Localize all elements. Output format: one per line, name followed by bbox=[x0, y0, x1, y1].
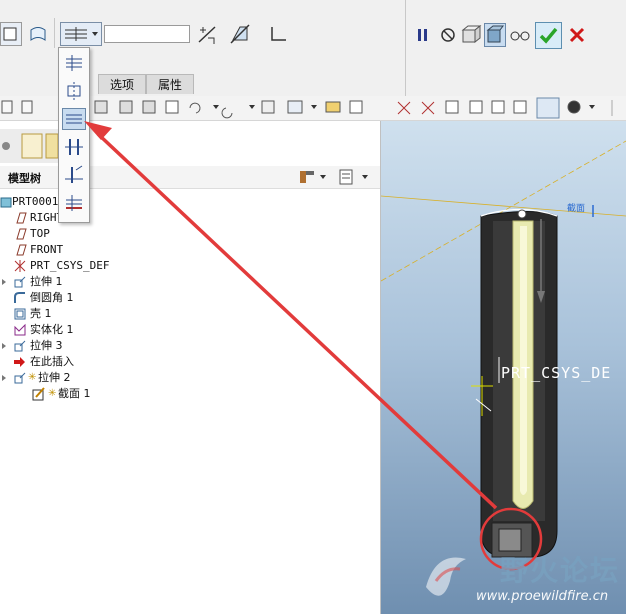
navigator-tabs bbox=[0, 129, 60, 163]
depth-through-all-icon bbox=[65, 139, 83, 155]
watermark-url: www.proewildfire.cn bbox=[476, 589, 609, 604]
preview-icon bbox=[461, 24, 482, 44]
glasses-preview-button[interactable] bbox=[508, 24, 532, 46]
datum-label: 截面 bbox=[567, 204, 586, 214]
depth-symmetric-icon bbox=[67, 82, 81, 100]
shell-icon bbox=[14, 308, 26, 320]
confirm-button[interactable] bbox=[535, 22, 562, 49]
insert-here-arrow-icon bbox=[14, 357, 25, 367]
glasses-icon bbox=[510, 31, 530, 41]
show-list-icon bbox=[339, 169, 368, 185]
cylinder-highlight bbox=[520, 226, 527, 495]
depth-option-through-all[interactable] bbox=[62, 136, 86, 158]
datum-plane-icon bbox=[16, 212, 27, 224]
pause-icon bbox=[418, 29, 427, 41]
tree-show-button[interactable] bbox=[336, 167, 374, 187]
flip-direction-button[interactable] bbox=[196, 24, 218, 46]
watermark-logo bbox=[426, 557, 466, 596]
depth-symmetric-icon bbox=[65, 27, 98, 41]
depth-value-input[interactable] bbox=[104, 25, 190, 43]
remove-material-icon bbox=[230, 24, 250, 44]
chevron-down-icon bbox=[92, 32, 98, 36]
watermark-title: 野火论坛 bbox=[500, 554, 621, 587]
depth-option-through-until[interactable] bbox=[62, 164, 86, 186]
checkmark-icon bbox=[539, 27, 558, 44]
surface-type-button[interactable] bbox=[26, 22, 50, 46]
thicken-icon bbox=[271, 27, 286, 41]
flip-direction-icon bbox=[198, 26, 216, 44]
settings-icon bbox=[300, 171, 326, 183]
depth-to-selected-icon bbox=[66, 195, 82, 211]
model-tree-title: 模型树 bbox=[8, 172, 41, 185]
dashboard-bar bbox=[0, 0, 626, 97]
verify-mode-icon bbox=[486, 25, 504, 43]
graphics-viewport[interactable]: PRT_CSYS_DE 截面 bbox=[381, 121, 626, 614]
watermark: 野火论坛 www.proewildfire.cn bbox=[414, 545, 626, 614]
depth-options-menu bbox=[58, 47, 90, 223]
datum-plane-icon bbox=[16, 244, 27, 256]
folder-browser-icon bbox=[21, 133, 43, 159]
solid-type-button[interactable] bbox=[0, 22, 22, 46]
main-toolbar bbox=[0, 96, 626, 121]
verify-mode-button[interactable] bbox=[484, 23, 506, 47]
depth-options-dropdown[interactable] bbox=[60, 22, 102, 46]
extrude-icon bbox=[14, 276, 26, 288]
sketch-icon bbox=[32, 387, 45, 401]
csys-label: PRT_CSYS_DE bbox=[501, 364, 612, 382]
tree-settings-button[interactable] bbox=[296, 167, 332, 187]
expand-arrow-icon[interactable] bbox=[0, 339, 14, 353]
depth-blind-icon bbox=[66, 55, 82, 71]
remove-material-button[interactable] bbox=[228, 22, 252, 46]
solid-icon bbox=[3, 27, 17, 41]
depth-option-symmetric[interactable] bbox=[62, 80, 86, 102]
favorites-icon bbox=[45, 133, 59, 159]
tab-options[interactable]: 选项 bbox=[98, 74, 146, 94]
new-feature-star-icon: ✳ bbox=[28, 372, 37, 383]
new-feature-star-icon: ✳ bbox=[48, 388, 57, 399]
extrude-icon bbox=[14, 372, 26, 384]
depth-through-until-icon bbox=[65, 165, 83, 183]
no-preview-button[interactable] bbox=[438, 24, 458, 46]
tab-properties[interactable]: 属性 bbox=[146, 74, 194, 94]
cancel-button[interactable] bbox=[566, 24, 588, 46]
surface-icon bbox=[30, 27, 46, 41]
model-tree-tab-icon bbox=[2, 142, 10, 150]
round-icon bbox=[14, 292, 25, 303]
preview-button[interactable] bbox=[460, 24, 482, 46]
model-tree-header: 模型树 bbox=[0, 166, 380, 189]
pause-button[interactable] bbox=[414, 24, 432, 46]
thicken-sketch-button[interactable] bbox=[266, 22, 290, 46]
expand-arrow-icon[interactable] bbox=[0, 371, 14, 385]
depth-option-to-next[interactable] bbox=[62, 108, 86, 130]
expand-arrow-icon[interactable] bbox=[0, 275, 14, 289]
datum-plane-icon bbox=[16, 228, 27, 240]
drag-handle[interactable] bbox=[517, 209, 527, 219]
depth-to-next-icon bbox=[66, 114, 82, 124]
depth-option-to-selected[interactable] bbox=[62, 192, 86, 214]
depth-option-blind[interactable] bbox=[62, 52, 86, 74]
coordinate-system-icon bbox=[14, 260, 26, 272]
no-preview-icon bbox=[441, 28, 455, 42]
solidify-icon bbox=[14, 323, 26, 336]
close-icon bbox=[569, 27, 585, 43]
extrude-icon bbox=[14, 340, 26, 352]
